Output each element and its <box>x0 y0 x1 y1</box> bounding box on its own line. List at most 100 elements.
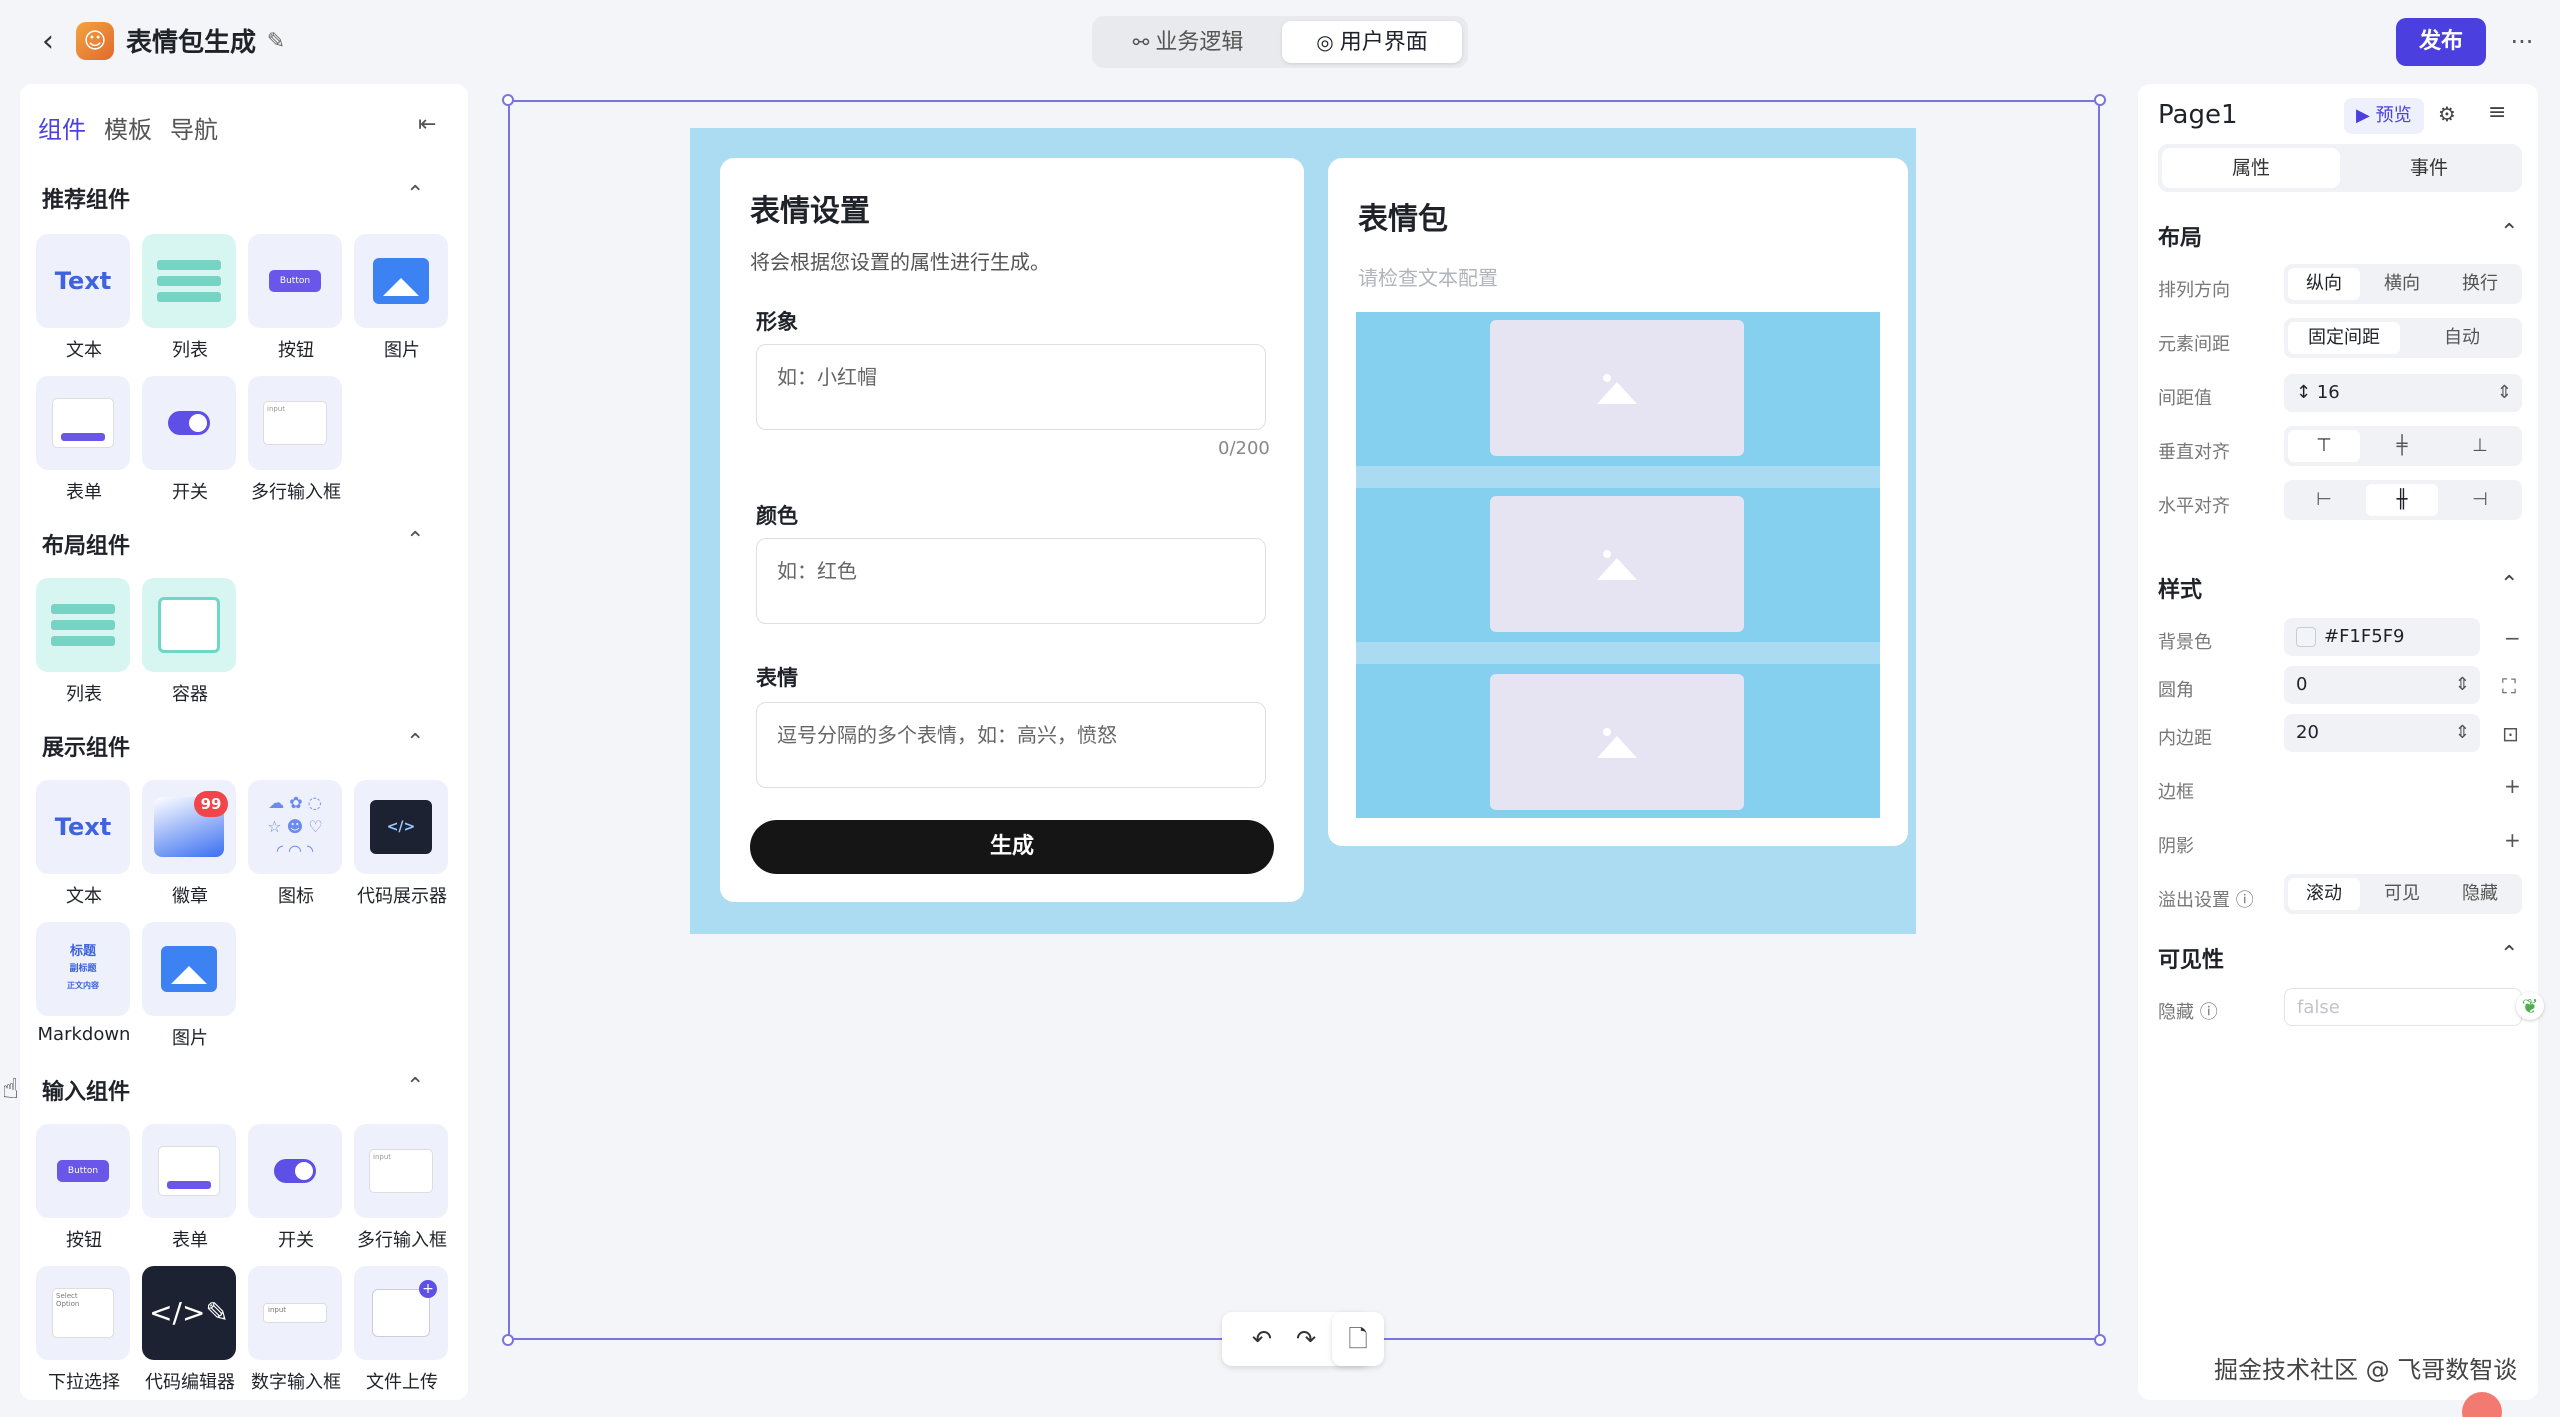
color-swatch[interactable] <box>2296 627 2316 647</box>
component-badge[interactable]: 99 徽章 <box>142 780 238 908</box>
align-left-icon[interactable]: ⊢ <box>2288 484 2360 516</box>
option-auto[interactable]: 自动 <box>2406 322 2518 354</box>
component-image[interactable]: 图片 <box>354 234 450 362</box>
component-form[interactable]: 表单 <box>36 376 132 504</box>
prop-label: 溢出设置 ⓘ <box>2158 890 2254 911</box>
component-switch[interactable]: 开关 <box>142 376 238 504</box>
option-fixed[interactable]: 固定间距 <box>2288 322 2400 354</box>
switch-tile-icon <box>168 411 210 435</box>
option-wrap[interactable]: 换行 <box>2444 268 2516 300</box>
gear-icon[interactable]: ⚙ <box>2438 102 2456 126</box>
component-input-textarea[interactable]: input 多行输入框 <box>354 1124 450 1252</box>
tab-templates[interactable]: 模板 <box>104 110 152 145</box>
padding-input[interactable]: 20 ⇕ <box>2284 714 2480 752</box>
align-bottom-icon[interactable]: ⊥ <box>2444 430 2516 462</box>
resize-handle[interactable] <box>502 94 514 106</box>
component-icon[interactable]: ☁ ✿ ◌ ☆ ☻ ♡ ◜ ◠ ◝ 图标 <box>248 780 344 908</box>
align-center-icon[interactable]: ╫ <box>2366 484 2438 516</box>
component-select[interactable]: Select Option 下拉选择 <box>36 1266 132 1394</box>
preview-button[interactable]: ▶ 预览 <box>2344 98 2424 134</box>
minus-icon[interactable]: − <box>2504 626 2521 650</box>
image-placeholder[interactable] <box>1490 320 1744 456</box>
option-visible[interactable]: 可见 <box>2366 878 2438 910</box>
option-vertical[interactable]: 纵向 <box>2288 268 2360 300</box>
option-horizontal[interactable]: 横向 <box>2366 268 2438 300</box>
stepper-icon[interactable]: ⇕ <box>2497 374 2512 412</box>
hidden-expression-input[interactable]: false <box>2284 988 2522 1026</box>
stepper-icon[interactable]: ⇕ <box>2455 666 2470 704</box>
chevron-up-icon[interactable]: ⌃ <box>406 730 424 755</box>
chevron-up-icon[interactable]: ⌃ <box>406 182 424 207</box>
component-display-text[interactable]: Text 文本 <box>36 780 132 908</box>
chevron-up-icon[interactable]: ⌃ <box>2500 942 2518 967</box>
bg-color-input[interactable]: #F1F5F9 <box>2284 618 2480 656</box>
chevron-up-icon[interactable]: ⌃ <box>2500 220 2518 245</box>
chevron-up-icon[interactable]: ⌃ <box>406 1074 424 1099</box>
component-display-image[interactable]: 图片 <box>142 922 238 1050</box>
sticker-gallery[interactable] <box>1356 312 1880 818</box>
tab-components[interactable]: 组件 <box>38 110 86 145</box>
image-placeholder[interactable] <box>1490 674 1744 810</box>
tab-business-logic[interactable]: ⚯ 业务逻辑 <box>1098 21 1278 63</box>
corners-icon[interactable]: ⛶ <box>2502 674 2516 698</box>
component-file-upload[interactable]: 文件上传 <box>354 1266 450 1394</box>
stepper-icon[interactable]: ⇕ <box>2455 714 2470 752</box>
chevron-up-icon[interactable]: ⌃ <box>406 528 424 553</box>
plus-icon[interactable]: + <box>2504 828 2521 852</box>
menu-icon[interactable]: ≡ <box>2488 100 2506 125</box>
chevron-up-icon[interactable]: ⌃ <box>2500 572 2518 597</box>
align-top-icon[interactable]: ⊤ <box>2288 430 2360 462</box>
option-scroll[interactable]: 滚动 <box>2288 878 2360 910</box>
component-markdown[interactable]: 标题 副标题 正文内容 Markdown <box>36 922 132 1045</box>
component-list[interactable]: 列表 <box>142 234 238 362</box>
tab-user-interface[interactable]: ◎ 用户界面 <box>1282 21 1462 63</box>
resize-handle[interactable] <box>2094 1334 2106 1346</box>
align-right-icon[interactable]: ⊣ <box>2444 484 2516 516</box>
chevron-left-icon[interactable]: ‹ <box>32 26 64 58</box>
resize-handle[interactable] <box>2094 94 2106 106</box>
image-placeholder[interactable] <box>1490 496 1744 632</box>
gap-input[interactable]: ↕ 16 ⇕ <box>2284 374 2522 412</box>
redo-icon[interactable]: ↷ <box>1290 1324 1322 1354</box>
leaf-icon[interactable]: ❦ <box>2516 992 2544 1020</box>
tab-events[interactable]: 事件 <box>2340 148 2518 188</box>
component-text[interactable]: Text 文本 <box>36 234 132 362</box>
upload-tile-icon <box>372 1280 437 1337</box>
code-editor-tile-icon: </>✎ <box>142 1266 236 1360</box>
file-add-icon[interactable]: 🗋 <box>1342 1324 1374 1354</box>
generate-button[interactable]: 生成 <box>750 820 1274 874</box>
textarea-tile-icon: input <box>369 1149 433 1193</box>
property-tabs: 属性 事件 <box>2158 144 2522 192</box>
component-container[interactable]: 容器 <box>142 578 238 706</box>
component-code-viewer[interactable]: </> 代码展示器 <box>354 780 450 908</box>
component-input-form[interactable]: 表单 <box>142 1124 238 1252</box>
component-code-editor[interactable]: </>✎ 代码编辑器 <box>142 1266 238 1394</box>
textarea-tile-icon: input <box>263 401 327 445</box>
plus-icon[interactable]: + <box>2504 774 2521 798</box>
component-textarea[interactable]: input 多行输入框 <box>248 376 344 504</box>
align-middle-icon[interactable]: ╪ <box>2366 430 2438 462</box>
padding-icon[interactable]: ⊡ <box>2502 722 2519 746</box>
valign-select: ⊤ ╪ ⊥ <box>2284 426 2522 466</box>
component-layout-list[interactable]: 列表 <box>36 578 132 706</box>
component-input-switch[interactable]: 开关 <box>248 1124 344 1252</box>
section-title: 展示组件 <box>42 736 131 761</box>
image-icon <box>1597 726 1637 758</box>
character-input[interactable]: 如：小红帽 <box>756 344 1266 430</box>
resize-handle[interactable] <box>502 1334 514 1346</box>
edit-icon[interactable]: ✎ <box>262 28 290 56</box>
ellipsis-icon[interactable]: ··· <box>2506 26 2538 58</box>
publish-button[interactable]: 发布 <box>2396 18 2486 66</box>
collapse-panel-icon[interactable]: ⇤ <box>418 112 436 137</box>
undo-icon[interactable]: ↶ <box>1246 1324 1278 1354</box>
radius-input[interactable]: 0 ⇕ <box>2284 666 2480 704</box>
component-button[interactable]: Button 按钮 <box>248 234 344 362</box>
image-tile-icon <box>161 946 217 992</box>
tab-navigation[interactable]: 导航 <box>170 110 218 145</box>
component-number-input[interactable]: input 数字输入框 <box>248 1266 344 1394</box>
color-input[interactable]: 如：红色 <box>756 538 1266 624</box>
emotion-input[interactable]: 逗号分隔的多个表情，如：高兴，愤怒 <box>756 702 1266 788</box>
tab-properties[interactable]: 属性 <box>2162 148 2340 188</box>
component-input-button[interactable]: Button 按钮 <box>36 1124 132 1252</box>
option-hidden[interactable]: 隐藏 <box>2444 878 2516 910</box>
